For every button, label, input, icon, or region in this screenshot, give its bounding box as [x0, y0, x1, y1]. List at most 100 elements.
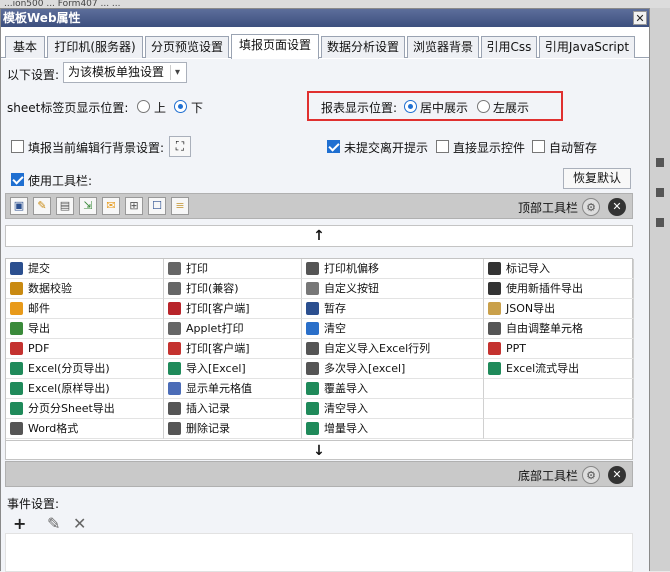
- toolbar-option-icon: [488, 262, 501, 275]
- toolbar-option-icon: [168, 342, 181, 355]
- cell-icon[interactable]: ☐: [148, 197, 166, 215]
- tab-browser-background[interactable]: 浏览器背景: [407, 36, 479, 58]
- unsubmitted-leave-checkbox[interactable]: [327, 140, 340, 153]
- toolbar-option-icon: [10, 422, 23, 435]
- insert-row-icon[interactable]: ⊞: [125, 197, 143, 215]
- toolbar-option-button[interactable]: 覆盖导入: [302, 379, 484, 399]
- edit-icon[interactable]: ✎: [47, 514, 60, 533]
- tab-fill-page-settings[interactable]: 填报页面设置: [231, 34, 319, 59]
- toolbar-option-icon: [488, 282, 501, 295]
- toolbar-option-button[interactable]: 分页分Sheet导出: [6, 399, 164, 419]
- use-toolbar-checkbox[interactable]: [11, 173, 24, 186]
- json-icon[interactable]: ≡: [171, 197, 189, 215]
- move-up-button[interactable]: ↑: [5, 225, 633, 247]
- sheet-position-bottom-radio[interactable]: [174, 100, 187, 113]
- toolbar-option-label: 自定义按钮: [324, 282, 379, 295]
- tab-basic[interactable]: 基本: [5, 36, 45, 58]
- mail-icon[interactable]: ✉: [102, 197, 120, 215]
- toolbar-option-button[interactable]: 标记导入: [484, 259, 634, 279]
- toolbar-option-button[interactable]: 打印[客户端]: [164, 299, 302, 319]
- toolbar-option-icon: [168, 322, 181, 335]
- fill-row-background-label: 填报当前编辑行背景设置:: [28, 141, 165, 155]
- toolbar-option-button[interactable]: 暂存: [302, 299, 484, 319]
- scope-select[interactable]: 为该模板单独设置 ▾: [63, 62, 187, 83]
- toolbar-option-button[interactable]: 自由调整单元格: [484, 319, 634, 339]
- toolbar-option-button[interactable]: 打印: [164, 259, 302, 279]
- report-position-center-label: 居中展示: [420, 101, 469, 115]
- toolbar-option-button[interactable]: Excel(原样导出): [6, 379, 164, 399]
- restore-default-button[interactable]: 恢复默认: [563, 168, 631, 189]
- print-icon[interactable]: ▤: [56, 197, 74, 215]
- tab-printer-server[interactable]: 打印机(服务器): [47, 36, 143, 58]
- tab-pagination-preview[interactable]: 分页预览设置: [145, 36, 229, 58]
- toolbar-option-button[interactable]: 增量导入: [302, 419, 484, 439]
- toolbar-option-icon: [306, 362, 319, 375]
- toolbar-option-button[interactable]: 清空: [302, 319, 484, 339]
- move-down-button[interactable]: ↓: [5, 440, 633, 460]
- toolbar-option-icon: [10, 382, 23, 395]
- export-icon[interactable]: ⇲: [79, 197, 97, 215]
- toolbar-option-button[interactable]: JSON导出: [484, 299, 634, 319]
- toolbar-option-label: Excel流式导出: [506, 362, 580, 375]
- toolbar-option-button[interactable]: 显示单元格值: [164, 379, 302, 399]
- toolbar-option-button[interactable]: PPT: [484, 339, 634, 359]
- report-position-center-radio[interactable]: [404, 100, 417, 113]
- toolbar-option-button[interactable]: 导出: [6, 319, 164, 339]
- toolbar-option-label: 导出: [28, 322, 50, 335]
- autosave-checkbox[interactable]: [532, 140, 545, 153]
- report-position-left-radio[interactable]: [477, 100, 490, 113]
- toolbar-option-button[interactable]: 删除记录: [164, 419, 302, 439]
- toolbar-option-button[interactable]: PDF: [6, 339, 164, 359]
- toolbar-option-button[interactable]: 打印(兼容): [164, 279, 302, 299]
- tab-data-analysis[interactable]: 数据分析设置: [321, 36, 405, 58]
- toolbar-option-button[interactable]: 打印[客户端]: [164, 339, 302, 359]
- close-button[interactable]: ✕: [633, 11, 647, 25]
- toolbar-option-icon: [168, 282, 181, 295]
- toolbar-option-label: 使用新插件导出: [506, 282, 583, 295]
- close-icon[interactable]: ✕: [608, 198, 626, 216]
- toolbar-option-button[interactable]: 使用新插件导出: [484, 279, 634, 299]
- toolbar-option-icon: [306, 342, 319, 355]
- close-icon[interactable]: ✕: [608, 466, 626, 484]
- delete-icon[interactable]: ✕: [73, 514, 86, 533]
- toolbar-option-button[interactable]: 自定义按钮: [302, 279, 484, 299]
- fill-page-settings-panel: 以下设置: 为该模板单独设置 ▾ sheet标签页显示位置: 上 下 报表显示位…: [1, 59, 649, 572]
- toolbar-option-button[interactable]: 自定义导入Excel行列: [302, 339, 484, 359]
- toolbar-option-button[interactable]: 插入记录: [164, 399, 302, 419]
- toolbar-option-button[interactable]: Word格式: [6, 419, 164, 439]
- toolbar-option-button[interactable]: Excel(分页导出): [6, 359, 164, 379]
- event-list-area[interactable]: [5, 533, 633, 572]
- toolbar-option-label: 提交: [28, 262, 50, 275]
- direct-show-control-checkbox[interactable]: [436, 140, 449, 153]
- toolbar-option-button[interactable]: 提交: [6, 259, 164, 279]
- gear-icon[interactable]: ⚙: [582, 198, 600, 216]
- gear-icon[interactable]: ⚙: [582, 466, 600, 484]
- sheet-position-top-radio[interactable]: [137, 100, 150, 113]
- fill-row-background-checkbox[interactable]: [11, 140, 24, 153]
- empty-cell: [484, 419, 634, 439]
- edit-icon[interactable]: ✎: [33, 197, 51, 215]
- toolbar-option-button[interactable]: Applet打印: [164, 319, 302, 339]
- chevron-down-icon: ▾: [170, 65, 184, 80]
- tab-javascript[interactable]: 引用JavaScript: [539, 36, 635, 58]
- bottom-toolbar-strip: 底部工具栏 ⚙ ✕: [5, 461, 633, 487]
- tab-css[interactable]: 引用Css: [481, 36, 537, 58]
- unsubmitted-leave-label: 未提交离开提示: [344, 141, 429, 155]
- toolbar-option-button[interactable]: 打印机偏移: [302, 259, 484, 279]
- save-icon[interactable]: ▣: [10, 197, 28, 215]
- background-app-strip: ...ion500 ... Form407 ... ...: [0, 0, 670, 8]
- toolbar-option-icon: [306, 282, 319, 295]
- toolbar-option-button[interactable]: 数据校验: [6, 279, 164, 299]
- toolbar-option-button[interactable]: 导入[Excel]: [164, 359, 302, 379]
- add-icon[interactable]: +: [13, 514, 26, 533]
- toolbar-option-label: Excel(分页导出): [28, 362, 110, 375]
- paint-bucket-icon[interactable]: ⛶: [169, 136, 191, 157]
- toolbar-option-button[interactable]: 多次导入[excel]: [302, 359, 484, 379]
- toolbar-option-button[interactable]: 清空导入: [302, 399, 484, 419]
- toolbar-option-button[interactable]: 邮件: [6, 299, 164, 319]
- report-position-label: 报表显示位置:: [321, 101, 398, 115]
- event-settings-label: 事件设置:: [7, 497, 60, 511]
- toolbar-option-button[interactable]: Excel流式导出: [484, 359, 634, 379]
- toolbar-option-icon: [168, 382, 181, 395]
- toolbar-option-label: PPT: [506, 342, 526, 355]
